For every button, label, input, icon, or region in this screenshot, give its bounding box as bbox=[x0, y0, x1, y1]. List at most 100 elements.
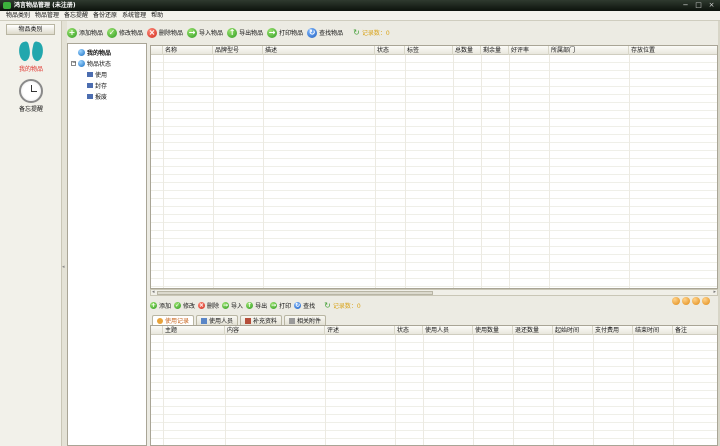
next-record-icon[interactable] bbox=[692, 297, 700, 305]
column-header[interactable]: 描述 bbox=[263, 46, 375, 55]
column-header[interactable]: 内容 bbox=[225, 326, 325, 335]
nav-item-label: 备忘提醒 bbox=[18, 106, 43, 113]
tree-node-root[interactable]: 我的物品 bbox=[78, 48, 111, 57]
column-header[interactable]: 名称 bbox=[163, 46, 213, 55]
column-header[interactable]: 总数量 bbox=[453, 46, 481, 55]
column-header[interactable]: 存放位置 bbox=[629, 46, 717, 55]
detail-edit-button[interactable]: ✓ 修改 bbox=[174, 301, 195, 310]
menu-item-system[interactable]: 系统管理 bbox=[120, 11, 149, 20]
tab-usage-records[interactable]: 使用记录 bbox=[152, 315, 195, 325]
scrollbar-thumb[interactable] bbox=[157, 291, 433, 295]
scroll-left-icon[interactable]: ◂ bbox=[152, 290, 155, 295]
usage-records-grid[interactable]: 主题 内容 评述 状态 使用人员 使用数量 退还数量 起始时间 支付费用 结束时… bbox=[150, 325, 718, 446]
add-icon: + bbox=[67, 27, 77, 38]
button-label: 删除 bbox=[207, 302, 220, 310]
attachment-icon bbox=[289, 317, 296, 324]
column-header[interactable]: 标签 bbox=[405, 46, 453, 55]
globe-icon bbox=[78, 49, 85, 56]
tab-supplement[interactable]: 补充资料 bbox=[240, 315, 283, 325]
detail-refresh-button[interactable]: ↻ 记录数：0 bbox=[324, 301, 361, 310]
edit-item-button[interactable]: ✓ 修改物品 bbox=[107, 27, 143, 38]
detail-search-button[interactable]: ↻ 查找 bbox=[294, 301, 315, 310]
previous-record-icon[interactable] bbox=[682, 297, 690, 305]
close-button[interactable]: × bbox=[707, 2, 716, 9]
left-nav: 物品类别 我的物品 备忘提醒 bbox=[0, 21, 62, 446]
column-divider bbox=[225, 335, 226, 445]
print-item-button[interactable]: → 打印物品 bbox=[267, 27, 303, 38]
tree-node-status[interactable]: − 物品状态 bbox=[71, 59, 111, 68]
column-header[interactable]: 所属部门 bbox=[549, 46, 629, 55]
search-icon: ↻ bbox=[307, 27, 318, 38]
column-header[interactable]: 剩余量 bbox=[481, 46, 509, 55]
detail-print-button[interactable]: → 打印 bbox=[270, 301, 291, 310]
refresh-icon: ↻ bbox=[324, 300, 331, 310]
menu-item-reminder[interactable]: 备忘提醒 bbox=[62, 11, 91, 20]
column-divider bbox=[473, 335, 474, 445]
horizontal-scrollbar[interactable]: ◂ ▸ bbox=[150, 289, 718, 296]
button-label: 添加物品 bbox=[79, 30, 104, 37]
column-header[interactable]: 状态 bbox=[375, 46, 405, 55]
column-header[interactable]: 状态 bbox=[395, 326, 423, 335]
column-divider bbox=[553, 335, 554, 445]
tree-node-in-use[interactable]: 使用 bbox=[87, 70, 107, 79]
folder-icon bbox=[87, 72, 93, 77]
button-label: 导入 bbox=[231, 302, 244, 310]
export-icon: ↑ bbox=[227, 27, 238, 38]
items-grid[interactable]: 名称 品牌型号 描述 状态 标签 总数量 剩余量 好评率 所属部门 存放位置 bbox=[150, 45, 718, 289]
folder-icon bbox=[87, 83, 93, 88]
button-label: 导入物品 bbox=[199, 30, 224, 37]
column-header[interactable]: 结束时间 bbox=[633, 326, 673, 335]
menu-item-item-management[interactable]: 物品管理 bbox=[33, 11, 62, 20]
search-item-button[interactable]: ↻ 查找物品 bbox=[307, 27, 343, 38]
column-header[interactable]: 支付费用 bbox=[593, 326, 633, 335]
nav-header[interactable]: 物品类别 bbox=[6, 24, 55, 35]
record-navigation bbox=[672, 297, 710, 305]
menu-item-category[interactable]: 物品类别 bbox=[4, 11, 33, 20]
nav-item-my-items[interactable]: 我的物品 bbox=[0, 41, 62, 73]
window-title: 鸿言物品管理 (未注册) bbox=[14, 2, 76, 9]
minimize-button[interactable]: − bbox=[681, 2, 690, 9]
tree-node-scrapped[interactable]: 报废 bbox=[87, 92, 107, 101]
nav-item-reminder[interactable]: 备忘提醒 bbox=[0, 79, 62, 113]
button-label: 修改 bbox=[183, 302, 196, 310]
menu-item-backup[interactable]: 备份还原 bbox=[91, 11, 120, 20]
button-label: 查找 bbox=[303, 302, 316, 310]
tab-attachments[interactable]: 相关附件 bbox=[284, 315, 327, 325]
detail-delete-button[interactable]: × 删除 bbox=[198, 301, 219, 310]
refresh-button[interactable]: ↻ 记录数：0 bbox=[353, 28, 390, 37]
search-icon: ↻ bbox=[294, 301, 302, 309]
tree-node-sealed[interactable]: 封存 bbox=[87, 81, 107, 90]
column-header[interactable]: 起始时间 bbox=[553, 326, 593, 335]
add-item-button[interactable]: + 添加物品 bbox=[67, 27, 104, 38]
export-item-button[interactable]: ↑ 导出物品 bbox=[227, 27, 263, 38]
column-header[interactable]: 品牌型号 bbox=[213, 46, 263, 55]
last-record-icon[interactable] bbox=[702, 297, 710, 305]
column-divider bbox=[395, 335, 396, 445]
detail-add-button[interactable]: + 添加 bbox=[150, 301, 171, 310]
column-header[interactable]: 主题 bbox=[163, 326, 225, 335]
tree-node-label: 使用 bbox=[95, 72, 108, 79]
collapse-toggle-icon[interactable]: − bbox=[71, 61, 76, 66]
delete-item-button[interactable]: × 删除物品 bbox=[147, 27, 183, 38]
tab-users[interactable]: 使用人员 bbox=[196, 315, 239, 325]
menu-bar: 物品类别 物品管理 备忘提醒 备份还原 系统管理 帮助 bbox=[0, 11, 720, 21]
column-header[interactable]: 使用数量 bbox=[473, 326, 513, 335]
first-record-icon[interactable] bbox=[672, 297, 680, 305]
menu-item-help[interactable]: 帮助 bbox=[149, 11, 166, 20]
grid-header: 名称 品牌型号 描述 状态 标签 总数量 剩余量 好评率 所属部门 存放位置 bbox=[151, 46, 717, 55]
add-icon: + bbox=[150, 301, 157, 309]
column-header[interactable]: 好评率 bbox=[509, 46, 549, 55]
maximize-button[interactable]: □ bbox=[694, 2, 703, 9]
scroll-right-icon[interactable]: ▸ bbox=[713, 290, 716, 295]
refresh-icon: ↻ bbox=[353, 28, 360, 37]
button-label: 添加 bbox=[159, 302, 172, 310]
detail-import-button[interactable]: → 导入 bbox=[222, 301, 243, 310]
grid-body[interactable] bbox=[151, 55, 717, 288]
column-header[interactable]: 使用人员 bbox=[423, 326, 473, 335]
column-header[interactable]: 备注 bbox=[673, 326, 717, 335]
import-item-button[interactable]: → 导入物品 bbox=[187, 27, 224, 38]
column-header[interactable]: 评述 bbox=[325, 326, 395, 335]
main-toolbar: + 添加物品 ✓ 修改物品 × 删除物品 → 导入物品 ↑ 导出物品 → 打印物品 ↻ 查找物… bbox=[67, 26, 390, 39]
column-header[interactable]: 退还数量 bbox=[513, 326, 553, 335]
detail-export-button[interactable]: ↑ 导出 bbox=[246, 301, 267, 310]
